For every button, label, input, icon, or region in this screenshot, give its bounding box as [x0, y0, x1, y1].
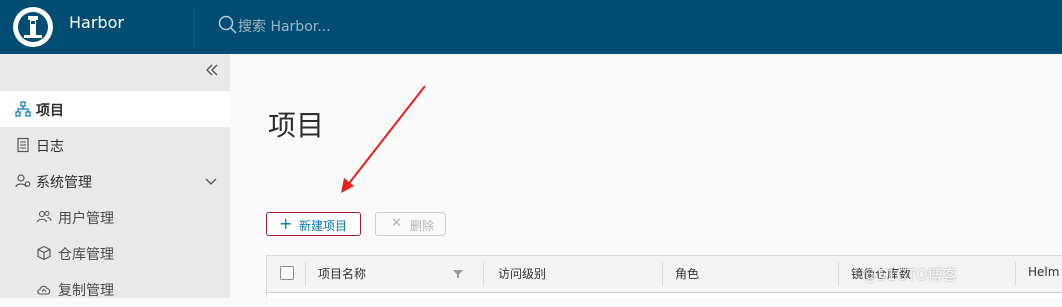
- annotation-arrow-icon: [341, 85, 426, 193]
